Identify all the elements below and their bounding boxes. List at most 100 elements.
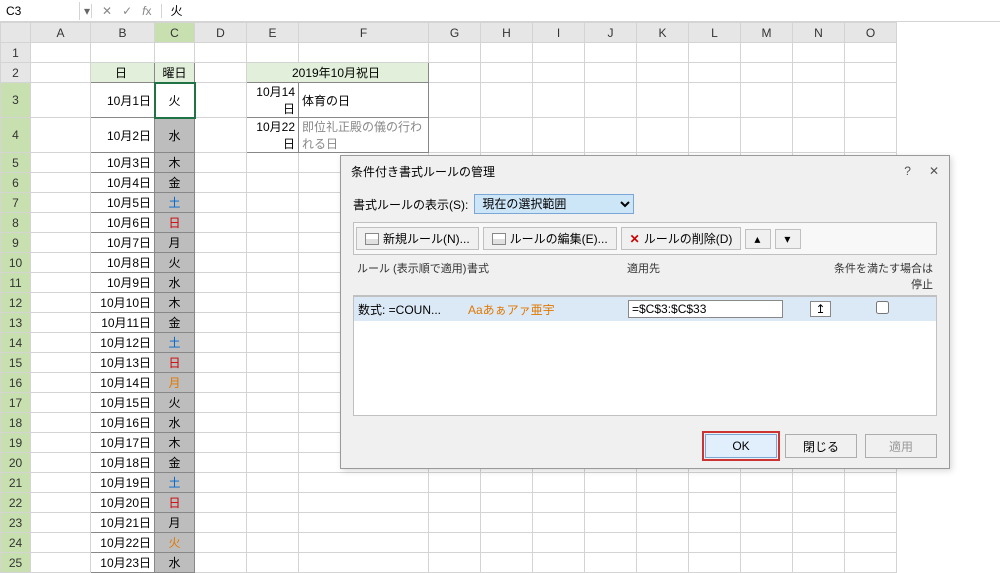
- check-icon[interactable]: ✓: [122, 4, 132, 18]
- cell[interactable]: [533, 118, 585, 153]
- new-rule-button[interactable]: 新規ルール(N)...: [356, 227, 479, 250]
- fx-icon[interactable]: fx: [142, 4, 151, 18]
- cell[interactable]: [247, 533, 299, 553]
- cell[interactable]: [247, 373, 299, 393]
- cell[interactable]: 10月13日: [91, 353, 155, 373]
- help-icon[interactable]: ?: [904, 164, 911, 178]
- cell[interactable]: [299, 553, 429, 573]
- move-up-button[interactable]: ▴: [745, 229, 771, 249]
- rule-row[interactable]: 数式: =COUN... Aaあぁアァ亜宇 ↥: [354, 297, 936, 321]
- cell[interactable]: [31, 433, 91, 453]
- column-header[interactable]: J: [585, 23, 637, 43]
- cell[interactable]: 水: [155, 118, 195, 153]
- cell[interactable]: [31, 353, 91, 373]
- cell[interactable]: [195, 513, 247, 533]
- cell[interactable]: [533, 43, 585, 63]
- row-header[interactable]: 24: [1, 533, 31, 553]
- cell[interactable]: 2019年10月祝日: [247, 63, 429, 83]
- cell[interactable]: [195, 493, 247, 513]
- cell[interactable]: 火: [155, 393, 195, 413]
- cell[interactable]: 木: [155, 153, 195, 173]
- cell[interactable]: [247, 293, 299, 313]
- cell[interactable]: [845, 43, 897, 63]
- cell[interactable]: [429, 118, 481, 153]
- cell[interactable]: 10月14日: [91, 373, 155, 393]
- column-header[interactable]: H: [481, 23, 533, 43]
- column-header[interactable]: G: [429, 23, 481, 43]
- cell[interactable]: [741, 513, 793, 533]
- cell[interactable]: 10月22日: [91, 533, 155, 553]
- cell[interactable]: 体育の日: [299, 83, 429, 118]
- cell[interactable]: [195, 63, 247, 83]
- cell[interactable]: [247, 193, 299, 213]
- cell[interactable]: [793, 473, 845, 493]
- cell[interactable]: [585, 43, 637, 63]
- cell[interactable]: 木: [155, 433, 195, 453]
- cell[interactable]: [247, 413, 299, 433]
- cell[interactable]: 土: [155, 473, 195, 493]
- cell[interactable]: 金: [155, 453, 195, 473]
- cell[interactable]: 10月20日: [91, 493, 155, 513]
- cell[interactable]: [741, 43, 793, 63]
- row-header[interactable]: 15: [1, 353, 31, 373]
- column-header[interactable]: D: [195, 23, 247, 43]
- cell[interactable]: [637, 493, 689, 513]
- cell[interactable]: 水: [155, 413, 195, 433]
- cell[interactable]: [31, 293, 91, 313]
- cell[interactable]: [31, 473, 91, 493]
- cell[interactable]: 10月19日: [91, 473, 155, 493]
- cell[interactable]: [195, 193, 247, 213]
- column-header[interactable]: C: [155, 23, 195, 43]
- cell[interactable]: [585, 553, 637, 573]
- cell[interactable]: 火: [155, 253, 195, 273]
- cell[interactable]: [689, 63, 741, 83]
- cell[interactable]: 10月21日: [91, 513, 155, 533]
- cell[interactable]: 10月1日: [91, 83, 155, 118]
- cell[interactable]: 金: [155, 173, 195, 193]
- cell[interactable]: 水: [155, 273, 195, 293]
- cell[interactable]: [689, 493, 741, 513]
- cell[interactable]: [31, 313, 91, 333]
- cell[interactable]: [195, 553, 247, 573]
- cell[interactable]: [31, 413, 91, 433]
- cell[interactable]: [481, 493, 533, 513]
- cell[interactable]: [585, 63, 637, 83]
- cell[interactable]: 10月10日: [91, 293, 155, 313]
- move-down-button[interactable]: ▾: [775, 229, 801, 249]
- cell[interactable]: [793, 533, 845, 553]
- cell[interactable]: [429, 83, 481, 118]
- row-header[interactable]: 10: [1, 253, 31, 273]
- name-box[interactable]: C3: [0, 2, 80, 20]
- row-header[interactable]: 19: [1, 433, 31, 453]
- cell[interactable]: [299, 493, 429, 513]
- row-header[interactable]: 4: [1, 118, 31, 153]
- cell[interactable]: [195, 233, 247, 253]
- column-header[interactable]: F: [299, 23, 429, 43]
- cell[interactable]: [741, 533, 793, 553]
- cell[interactable]: [429, 533, 481, 553]
- cell[interactable]: [689, 473, 741, 493]
- cell[interactable]: [741, 493, 793, 513]
- cell[interactable]: [31, 118, 91, 153]
- cell[interactable]: 日: [155, 353, 195, 373]
- delete-rule-button[interactable]: ✕ルールの削除(D): [621, 227, 742, 250]
- cell[interactable]: [247, 153, 299, 173]
- cell[interactable]: [689, 83, 741, 118]
- cell[interactable]: [91, 43, 155, 63]
- cell[interactable]: [585, 533, 637, 553]
- cell[interactable]: [585, 83, 637, 118]
- stop-if-true-checkbox[interactable]: [876, 301, 889, 314]
- row-header[interactable]: 8: [1, 213, 31, 233]
- cell[interactable]: [31, 553, 91, 573]
- cell[interactable]: [31, 453, 91, 473]
- column-header[interactable]: E: [247, 23, 299, 43]
- row-header[interactable]: 21: [1, 473, 31, 493]
- cell[interactable]: [195, 333, 247, 353]
- close-button[interactable]: 閉じる: [785, 434, 857, 458]
- cell[interactable]: [247, 43, 299, 63]
- cell[interactable]: [247, 513, 299, 533]
- cell[interactable]: 土: [155, 333, 195, 353]
- cell[interactable]: [429, 473, 481, 493]
- cell[interactable]: [195, 83, 247, 118]
- column-header[interactable]: K: [637, 23, 689, 43]
